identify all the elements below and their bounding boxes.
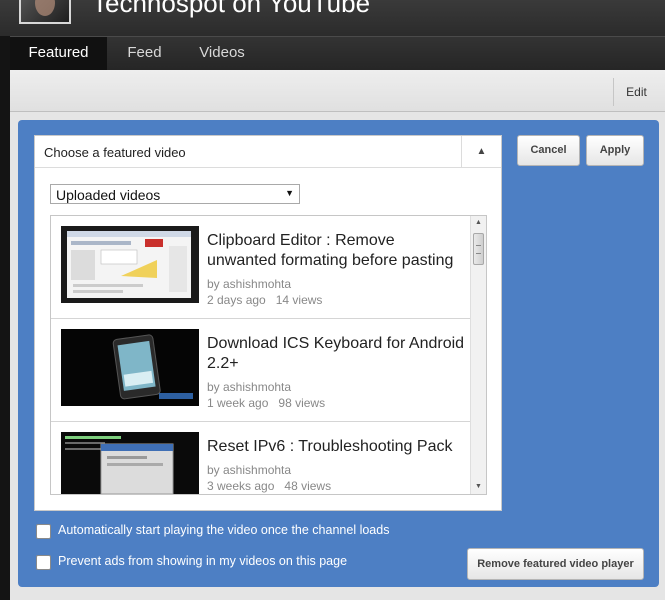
chooser-header: Choose a featured video ▲ [35,136,501,168]
autoplay-checkbox[interactable] [36,524,51,539]
video-author: by ashishmohta [207,463,292,477]
list-scrollbar[interactable]: ▲ ▼ [470,216,486,494]
video-thumbnail [61,329,199,406]
video-meta: 1 week ago 98 views [207,396,325,410]
channel-tabs: Featured Feed Videos [10,36,665,71]
video-age: 3 weeks ago [207,479,275,493]
video-author: by ashishmohta [207,380,292,394]
remove-featured-video-button[interactable]: Remove featured video player [467,548,644,580]
collapse-toggle[interactable]: ▲ [461,136,501,168]
channel-header: Technospot on YouTube [0,0,665,36]
tab-featured[interactable]: Featured [10,37,107,71]
cancel-button[interactable]: Cancel [517,135,580,166]
video-list: Clipboard Editor : Remove unwanted forma… [50,215,487,495]
featured-video-chooser: Choose a featured video ▲ Uploaded video… [34,135,502,511]
video-author: by ashishmohta [207,277,292,291]
apply-button[interactable]: Apply [586,135,644,166]
video-thumbnail [61,226,199,303]
chevron-up-icon: ▲ [476,146,487,157]
channel-avatar[interactable] [19,0,71,24]
prevent-ads-checkbox[interactable] [36,555,51,570]
tab-feed[interactable]: Feed [107,37,182,71]
video-list-item[interactable]: Reset IPv6 : Troubleshooting Pack by ash… [51,422,471,494]
chooser-title: Choose a featured video [44,145,186,160]
video-title[interactable]: Clipboard Editor : Remove unwanted forma… [207,231,465,271]
video-meta: 2 days ago 14 views [207,293,322,307]
channel-title: Technospot on YouTube [92,0,371,18]
video-list-item[interactable]: Download ICS Keyboard for Android 2.2+ b… [51,319,471,422]
tab-videos[interactable]: Videos [182,37,262,71]
left-edge [0,0,10,600]
video-views: 48 views [284,479,332,493]
video-title[interactable]: Download ICS Keyboard for Android 2.2+ [207,334,465,374]
scroll-down-arrow-icon[interactable]: ▼ [471,480,486,494]
video-age: 2 days ago [207,293,266,307]
video-meta: 3 weeks ago 48 views [207,479,331,493]
prevent-ads-label[interactable]: Prevent ads from showing in my videos on… [58,554,347,568]
autoplay-label[interactable]: Automatically start playing the video on… [58,523,389,537]
video-views: 98 views [278,396,326,410]
scroll-up-arrow-icon[interactable]: ▲ [471,216,486,230]
edit-bar: Edit [10,70,665,112]
video-views: 14 views [275,293,323,307]
video-source-select[interactable]: Uploaded videos ▼ [50,184,300,204]
video-thumbnail [61,432,199,494]
scroll-thumb[interactable] [473,233,484,265]
video-list-item[interactable]: Clipboard Editor : Remove unwanted forma… [51,216,471,319]
dropdown-arrow-icon: ▼ [285,188,294,198]
video-source-value: Uploaded videos [56,187,161,203]
video-title[interactable]: Reset IPv6 : Troubleshooting Pack [207,437,465,457]
video-age: 1 week ago [207,396,269,410]
edit-button[interactable]: Edit [613,78,659,106]
